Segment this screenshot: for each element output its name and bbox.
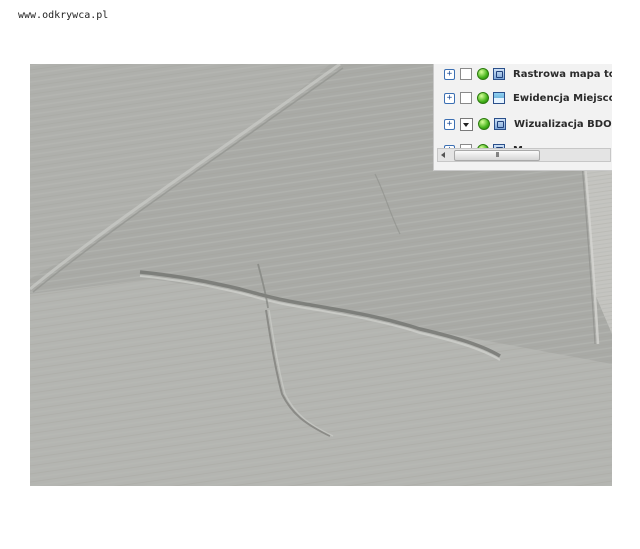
expand-plus-icon[interactable]: + bbox=[444, 118, 455, 130]
map-view[interactable]: + Rastrowa mapa topo + Ewidencja Miejsco… bbox=[30, 64, 612, 486]
layer-row-rastrowa-mapa: + Rastrowa mapa topo bbox=[434, 64, 612, 84]
dropdown-arrow-icon[interactable] bbox=[460, 117, 473, 131]
layer-icon bbox=[493, 68, 505, 80]
layer-tree-panel: + Rastrowa mapa topo + Ewidencja Miejsco… bbox=[433, 64, 612, 171]
layer-label[interactable]: Ewidencja Miejscowo bbox=[513, 93, 612, 104]
green-status-icon bbox=[477, 92, 489, 104]
scroll-thumb[interactable]: III bbox=[454, 150, 540, 161]
green-status-icon bbox=[478, 118, 490, 130]
site-url: www.odkrywca.pl bbox=[18, 10, 109, 21]
expand-plus-icon[interactable]: + bbox=[444, 68, 455, 80]
wms-layer-icon bbox=[493, 92, 505, 104]
layer-icon bbox=[494, 118, 506, 130]
green-status-icon bbox=[477, 68, 489, 80]
layer-label[interactable]: Wizualizacja BDO bbox=[514, 119, 612, 130]
layer-row-ewidencja: + Ewidencja Miejscowo bbox=[434, 88, 612, 108]
expand-plus-icon[interactable]: + bbox=[444, 92, 455, 104]
scroll-left-arrow-icon[interactable] bbox=[441, 152, 445, 158]
layer-row-wizualizacja-bdo: + Wizualizacja BDO bbox=[434, 114, 612, 134]
layer-checkbox[interactable] bbox=[460, 92, 472, 104]
layer-checkbox[interactable] bbox=[460, 68, 472, 80]
layer-label[interactable]: Rastrowa mapa topo bbox=[513, 69, 612, 80]
horizontal-scrollbar[interactable]: III bbox=[437, 148, 611, 162]
